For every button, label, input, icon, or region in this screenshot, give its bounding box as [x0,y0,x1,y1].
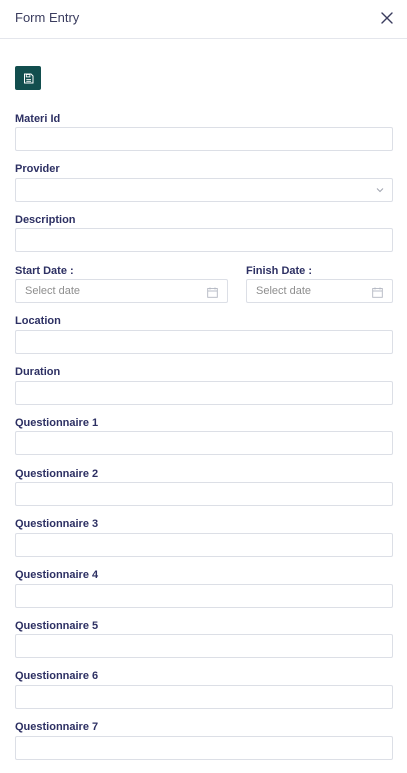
questionnaire-3-input[interactable] [16,534,392,556]
questionnaire-4-field[interactable] [15,584,393,608]
provider-select[interactable] [15,178,393,202]
questionnaire-3-field[interactable] [15,533,393,557]
questionnaire-4-label: Questionnaire 4 [15,569,99,581]
duration-label: Duration [15,366,61,378]
questionnaire-1-field[interactable] [15,431,393,455]
finish-date-label: Finish Date : [246,265,313,277]
questionnaire-4-input[interactable] [16,585,392,607]
location-input[interactable] [16,331,392,353]
questionnaire-7-input[interactable] [16,737,392,759]
form-title: Form Entry [15,10,80,25]
questionnaire-1-input[interactable] [16,432,392,454]
questionnaire-7-label: Questionnaire 7 [15,721,99,733]
start-date-picker[interactable] [15,279,228,303]
calendar-icon [372,287,383,298]
form-header: Form Entry [0,0,407,39]
materi-id-label: Materi Id [15,113,61,125]
questionnaire-6-label: Questionnaire 6 [15,670,99,682]
questionnaire-5-field[interactable] [15,634,393,658]
description-field[interactable] [15,228,393,252]
description-input[interactable] [16,229,392,251]
description-label: Description [15,214,76,226]
location-label: Location [15,315,61,327]
questionnaire-2-field[interactable] [15,482,393,506]
questionnaire-6-field[interactable] [15,685,393,709]
save-icon [23,73,33,83]
location-field[interactable] [15,330,393,354]
questionnaire-5-input[interactable] [16,635,392,657]
questionnaire-5-label: Questionnaire 5 [15,620,99,632]
finish-date-picker[interactable] [246,279,393,303]
questionnaire-3-label: Questionnaire 3 [15,518,99,530]
duration-input[interactable] [16,382,392,404]
questionnaire-7-field[interactable] [15,736,393,760]
materi-id-field[interactable] [15,127,393,151]
close-icon [381,12,393,24]
finish-date-input[interactable] [247,280,392,302]
questionnaire-2-label: Questionnaire 2 [15,468,99,480]
questionnaire-6-input[interactable] [16,686,392,708]
duration-field[interactable] [15,381,393,405]
questionnaire-2-input[interactable] [16,483,392,505]
start-date-label: Start Date : [15,265,74,277]
questionnaire-1-label: Questionnaire 1 [15,417,99,429]
save-button[interactable] [15,66,41,90]
start-date-input[interactable] [16,280,227,302]
chevron-down-icon [376,188,384,193]
provider-label: Provider [15,163,60,175]
close-button[interactable] [377,8,397,28]
materi-id-input[interactable] [16,128,392,150]
calendar-icon [207,287,218,298]
